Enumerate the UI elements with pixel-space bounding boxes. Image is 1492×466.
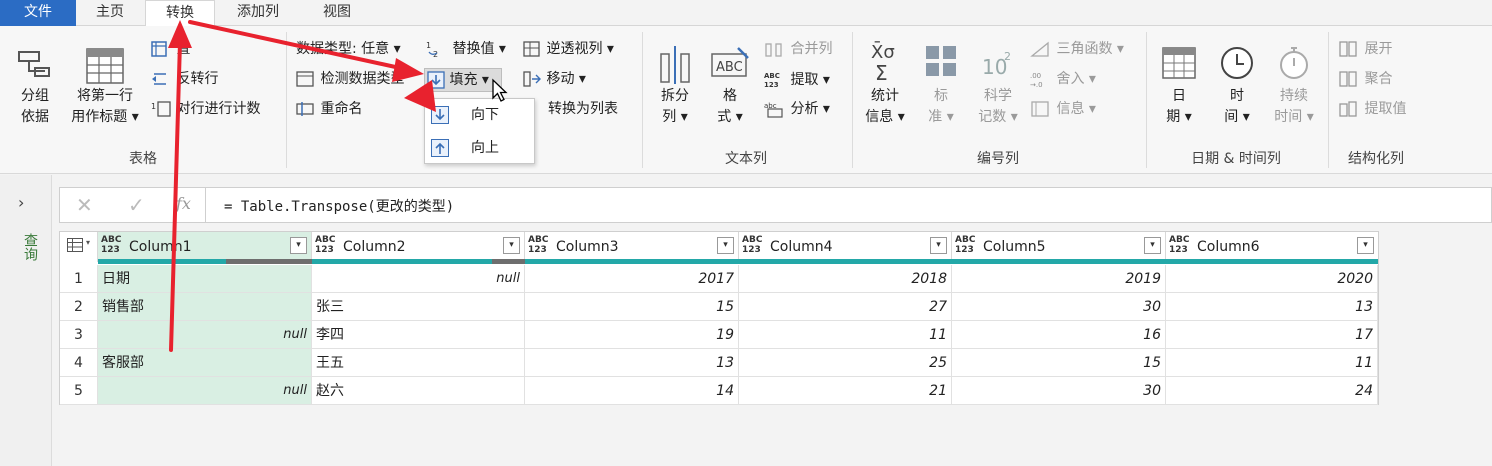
annotation-arrow-icon: [188, 20, 424, 82]
annotation-arrow-icon: [168, 20, 192, 352]
annotation-overlay: [168, 20, 436, 352]
annotation-arrow-icon: [404, 80, 436, 112]
